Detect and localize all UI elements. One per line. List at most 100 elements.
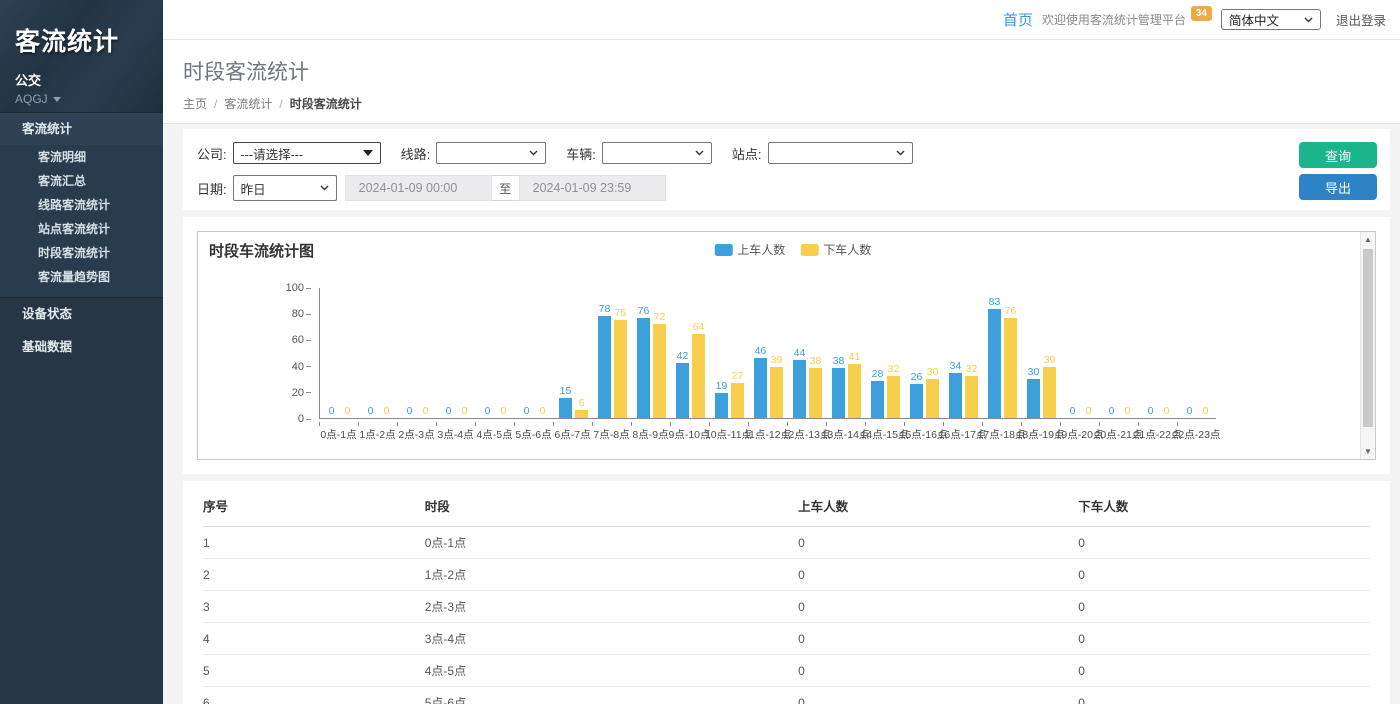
x-axis-label-text: 4点-5点: [476, 427, 512, 442]
date-to-input[interactable]: 2024-01-09 23:59: [519, 175, 666, 201]
legend-item[interactable]: 上车人数: [714, 241, 785, 258]
y-tick-label: 20: [292, 387, 304, 399]
sidebar-subitem[interactable]: 线路客流统计: [0, 193, 163, 217]
chart-panel: 时段车流统计图 上车人数下车人数 020406080100 0000000000…: [183, 217, 1390, 474]
bar-value-label: 26: [911, 371, 923, 383]
chevron-down-icon: [896, 150, 905, 156]
org-selector[interactable]: AQGJ: [15, 92, 163, 106]
y-tick-mark: [306, 419, 311, 420]
legend-label: 下车人数: [823, 241, 871, 258]
chart-bar-slot: 00: [1100, 288, 1139, 418]
bar-value-label: 0: [368, 405, 374, 417]
chart-bar-slot: 3432: [944, 288, 983, 418]
chart-bar: 44: [793, 360, 806, 418]
logout-link[interactable]: 退出登录: [1336, 10, 1386, 29]
breadcrumb-home[interactable]: 主页: [183, 97, 207, 111]
breadcrumb-parent[interactable]: 客流统计: [224, 97, 272, 111]
x-axis-label: 1点-2点: [358, 423, 397, 442]
date-preset-select[interactable]: 昨日: [233, 175, 337, 201]
bar-value-label: 0: [462, 405, 468, 417]
sidebar-item[interactable]: 基础数据: [0, 331, 163, 364]
org-label: 公交: [15, 70, 163, 89]
chart-title: 时段车流统计图: [209, 240, 314, 261]
vehicle-select[interactable]: [602, 142, 712, 164]
bar-value-label: 0: [1164, 405, 1170, 417]
chart-bar-slot: 2630: [905, 288, 944, 418]
language-value: 简体中文: [1229, 10, 1279, 29]
x-axis-label-text: 3点-4点: [437, 427, 473, 442]
bar-value-label: 75: [615, 307, 627, 319]
station-select[interactable]: [768, 142, 913, 164]
bar-value-label: 78: [599, 303, 611, 315]
table-cell: 2: [203, 559, 425, 591]
table-cell: 6: [203, 687, 425, 704]
chart-scrollbar[interactable]: ▲ ▼: [1360, 232, 1375, 459]
date-label: 日期:: [197, 179, 227, 198]
sidebar-subitem[interactable]: 站点客流统计: [0, 217, 163, 241]
chart-bar: 32: [887, 376, 900, 418]
table-cell: 0: [798, 591, 1078, 623]
x-axis-label-text: 6点-7点: [554, 427, 590, 442]
date-from-input[interactable]: 2024-01-09 00:00: [345, 175, 492, 201]
sidebar-item[interactable]: 客流统计: [0, 112, 163, 145]
sidebar-item[interactable]: 设备状态: [0, 298, 163, 331]
station-label: 站点:: [732, 144, 762, 163]
chart-bar: 38: [832, 368, 845, 418]
home-link[interactable]: 首页: [1003, 9, 1033, 30]
scrollbar-thumb[interactable]: [1363, 249, 1373, 427]
scroll-up-icon[interactable]: ▲: [1361, 235, 1375, 244]
chart-bar: 6: [575, 410, 588, 418]
y-tick-label: 100: [286, 282, 304, 294]
chart-bar: 28: [871, 381, 884, 418]
chart-bar: 76: [1004, 318, 1017, 418]
filter-row-2: 日期: 昨日 2024-01-09 00:00 至 2024-01-09 23:…: [197, 175, 1270, 201]
y-tick-mark: [306, 314, 311, 315]
table-panel: 序号时段上车人数下车人数 10点-1点0021点-2点0032点-3点0043点…: [183, 481, 1390, 704]
bar-value-label: 38: [810, 355, 822, 367]
chart-bar: 26: [910, 384, 923, 418]
line-select[interactable]: [436, 142, 546, 164]
chevron-down-icon: [695, 150, 704, 156]
company-select[interactable]: ---请选择---: [233, 142, 381, 164]
sidebar-subitem[interactable]: 时段客流统计: [0, 241, 163, 265]
bar-value-label: 46: [755, 345, 767, 357]
app-logo: 客流统计: [15, 22, 163, 58]
content: 公司: ---请选择--- 线路: 车辆: 站点:: [163, 124, 1400, 704]
company-select-value: ---请选择---: [241, 144, 303, 163]
chart-bar-slot: 44 38: [788, 288, 827, 418]
legend-item[interactable]: 下车人数: [800, 241, 871, 258]
bar-value-label: 27: [732, 370, 744, 382]
bar-value-label: 0: [1187, 405, 1193, 417]
notification-badge[interactable]: 34: [1191, 6, 1212, 21]
chart-plot: 0000000000001567875767242641927463944383…: [319, 288, 1216, 419]
x-axis-label-text: 0点-1点: [320, 427, 356, 442]
x-axis-label: 13点-14点: [826, 423, 865, 442]
bar-value-label: 0: [423, 405, 429, 417]
table-header-row: 序号时段上车人数下车人数: [203, 483, 1370, 527]
table-cell: 0: [798, 559, 1078, 591]
sidebar-subitem[interactable]: 客流汇总: [0, 169, 163, 193]
x-axis-label: 12点-13点: [787, 423, 826, 442]
scroll-down-icon[interactable]: ▼: [1361, 447, 1375, 456]
vehicle-label: 车辆:: [566, 144, 596, 163]
bar-value-label: 0: [1203, 405, 1209, 417]
chart-bar-slot: 1927: [710, 288, 749, 418]
page-title: 时段客流统计: [183, 56, 1380, 86]
bar-value-label: 0: [540, 405, 546, 417]
x-axis-label: 7点-8点: [592, 423, 631, 442]
bar-value-label: 30: [1028, 366, 1040, 378]
x-axis-label-text: 1点-2点: [359, 427, 395, 442]
date-preset-value: 昨日: [241, 179, 266, 198]
logo-block: 客流统计 公交 AQGJ: [0, 0, 163, 112]
x-axis-label: 20点-21点: [1099, 423, 1138, 442]
bar-value-label: 0: [1125, 405, 1131, 417]
chart-x-axis: 0点-1点1点-2点2点-3点3点-4点4点-5点5点-6点6点-7点7点-8点…: [319, 423, 1216, 442]
chart-bar: 46: [754, 358, 767, 418]
y-tick-label: 40: [292, 361, 304, 373]
sidebar-subitem[interactable]: 客流明细: [0, 145, 163, 169]
sidebar-subitem[interactable]: 客流量趋势图: [0, 265, 163, 289]
chart-bar-slot: 4639: [749, 288, 788, 418]
language-select[interactable]: 简体中文: [1221, 9, 1321, 30]
search-button[interactable]: 查询: [1299, 142, 1377, 168]
export-button[interactable]: 导出: [1299, 174, 1377, 200]
